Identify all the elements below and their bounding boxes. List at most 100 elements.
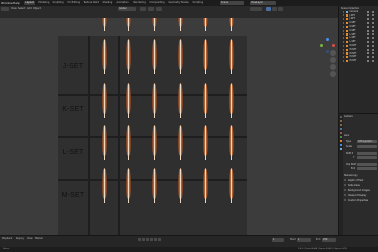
start-frame-field[interactable]: 1: [297, 237, 311, 242]
eye-icon[interactable]: [367, 21, 370, 25]
feather-model[interactable]: [102, 83, 107, 118]
menu-add[interactable]: Add: [27, 7, 32, 10]
eye-icon[interactable]: [367, 14, 370, 17]
feather-model[interactable]: [229, 83, 234, 118]
gizmo-z-axis[interactable]: [326, 38, 329, 41]
expand-triangle-icon[interactable]: [343, 48, 344, 51]
eye-icon[interactable]: [367, 33, 370, 36]
expand-triangle-icon[interactable]: [343, 18, 344, 21]
expand-triangle-icon[interactable]: [343, 37, 344, 40]
feather-model[interactable]: [102, 18, 107, 31]
menu-object[interactable]: Object: [33, 7, 41, 10]
render-camera-icon[interactable]: [372, 21, 375, 25]
feather-model[interactable]: [203, 83, 208, 118]
feather-model[interactable]: [178, 83, 183, 118]
expand-triangle-icon[interactable]: [343, 52, 344, 55]
expand-triangle-icon[interactable]: [343, 40, 344, 43]
feather-model[interactable]: [102, 125, 107, 160]
shading-rendered-button[interactable]: [278, 7, 283, 11]
render-camera-icon[interactable]: [372, 37, 375, 40]
feather-model[interactable]: [178, 168, 183, 203]
scene-icon[interactable]: [339, 132, 342, 135]
tab-shading[interactable]: Shading: [101, 1, 114, 5]
safe-areas-checkbox[interactable]: [344, 184, 347, 187]
feather-model[interactable]: [178, 18, 183, 31]
feather-model[interactable]: [229, 168, 234, 203]
feather-model[interactable]: [126, 18, 131, 31]
feather-model[interactable]: [126, 168, 131, 203]
menu-view[interactable]: View: [11, 7, 17, 10]
tool-icon[interactable]: [339, 116, 342, 119]
render-camera-icon[interactable]: [372, 33, 375, 36]
expand-triangle-icon[interactable]: [343, 10, 344, 13]
props-shift-x-field[interactable]: [357, 152, 377, 155]
next-keyframe-icon[interactable]: [154, 238, 158, 241]
timeline-menu-marker[interactable]: Marker: [35, 237, 43, 240]
timeline-menu-playback[interactable]: Playback: [2, 237, 12, 240]
feather-model[interactable]: [203, 125, 208, 160]
prev-keyframe-icon[interactable]: [142, 238, 146, 241]
shading-solid-button[interactable]: [266, 7, 271, 11]
modifier-icon[interactable]: [339, 144, 342, 147]
proportional-edit-button[interactable]: [156, 7, 162, 11]
expand-triangle-icon[interactable]: [343, 21, 344, 24]
feather-model[interactable]: [152, 125, 157, 160]
tab-texture-paint[interactable]: Texture Paint: [82, 1, 100, 5]
feather-model[interactable]: [229, 18, 234, 31]
props-stereoscopy[interactable]: Stereoscopy: [344, 174, 358, 177]
world-icon[interactable]: [339, 136, 342, 139]
eye-icon[interactable]: [367, 56, 370, 59]
props-type-field[interactable]: Orthographic: [357, 140, 377, 143]
tab-animation[interactable]: Animation: [115, 1, 130, 5]
tab-rendering[interactable]: Rendering: [132, 1, 147, 5]
expand-triangle-icon[interactable]: [343, 59, 344, 62]
gizmo-neg-z[interactable]: [326, 50, 329, 53]
custom-properties-checkbox[interactable]: [344, 199, 347, 202]
output-icon[interactable]: [339, 124, 342, 127]
feather-model[interactable]: [178, 39, 183, 74]
expand-triangle-icon[interactable]: [343, 29, 344, 32]
eye-icon[interactable]: [367, 10, 370, 13]
zoom-icon[interactable]: [330, 50, 336, 56]
feather-model[interactable]: [152, 39, 157, 74]
view-layer-icon[interactable]: [339, 128, 342, 131]
render-camera-icon[interactable]: [372, 48, 375, 51]
viewport-display-checkbox[interactable]: [344, 194, 347, 197]
overlays-button[interactable]: [250, 7, 262, 11]
eye-icon[interactable]: [367, 59, 370, 63]
props-clip-start-field[interactable]: [357, 163, 377, 166]
scene-selector[interactable]: Scene: [220, 1, 244, 5]
feather-model[interactable]: [126, 83, 131, 118]
eye-icon[interactable]: [367, 25, 370, 28]
feather-model[interactable]: [203, 168, 208, 203]
menu-select[interactable]: Select: [18, 7, 25, 10]
menu-window[interactable]: Window: [1, 1, 13, 5]
eye-icon[interactable]: [367, 18, 370, 21]
grid-icon[interactable]: [330, 71, 336, 77]
render-camera-icon[interactable]: [372, 10, 375, 13]
expand-triangle-icon[interactable]: [343, 14, 344, 17]
snap-button[interactable]: [148, 7, 154, 11]
render-icon[interactable]: [339, 120, 342, 123]
feather-model[interactable]: [229, 125, 234, 160]
expand-triangle-icon[interactable]: [343, 33, 344, 36]
expand-triangle-icon[interactable]: [343, 44, 344, 47]
transform-orientation-select[interactable]: Global: [118, 7, 136, 11]
pan-hand-icon[interactable]: [330, 57, 336, 63]
play-icon[interactable]: [150, 238, 154, 241]
render-camera-icon[interactable]: [372, 14, 375, 17]
shading-material-button[interactable]: [272, 7, 277, 11]
render-camera-icon[interactable]: [372, 18, 375, 21]
gizmo-y-axis[interactable]: [320, 44, 323, 47]
tab-uv-editing[interactable]: UV Editing: [66, 1, 81, 5]
tab-compositing[interactable]: Compositing: [148, 1, 166, 5]
camera-data-icon[interactable]: [339, 148, 342, 151]
render-camera-icon[interactable]: [372, 52, 375, 55]
outliner-row[interactable]: M-SET: [340, 59, 378, 63]
timeline-menu-keying[interactable]: Keying: [16, 237, 24, 240]
render-camera-icon[interactable]: [372, 29, 375, 32]
eye-icon[interactable]: [367, 29, 370, 32]
pivot-point-button[interactable]: [140, 7, 146, 11]
jump-end-icon[interactable]: [158, 238, 162, 241]
props-shift-y-field[interactable]: [357, 156, 377, 159]
